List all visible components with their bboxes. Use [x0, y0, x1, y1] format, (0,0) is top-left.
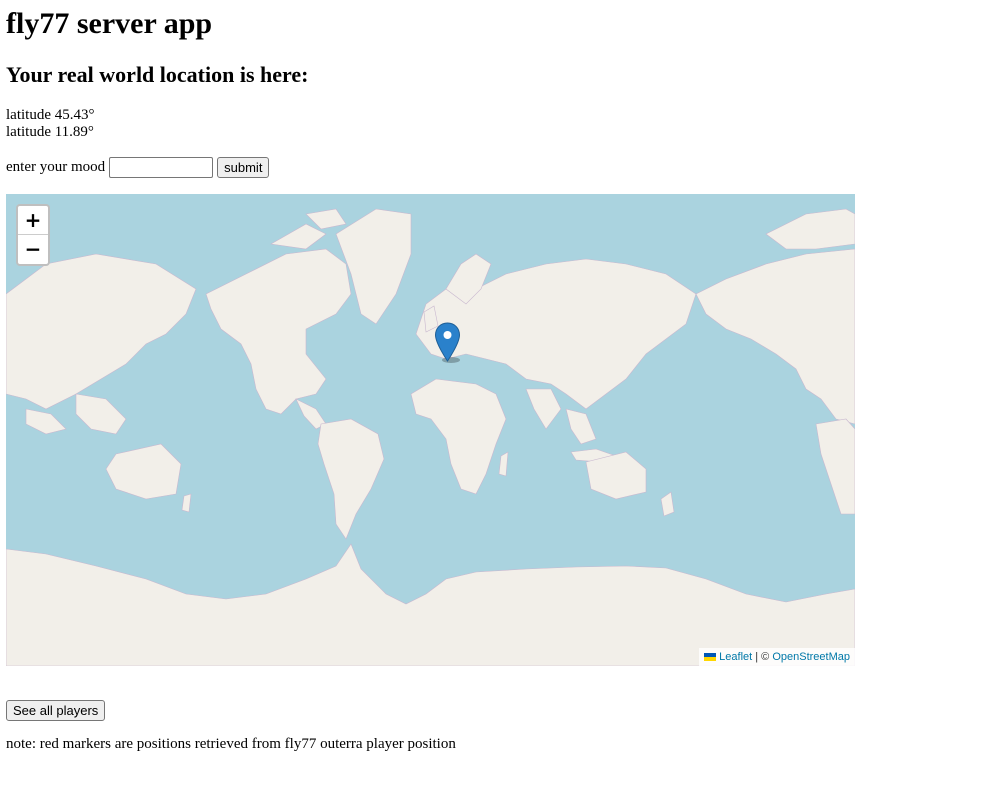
location-heading: Your real world location is here: — [6, 62, 309, 87]
coordinates-block: latitude 45.43° latitude 11.89° — [6, 107, 94, 141]
attribution-separator: | © — [752, 651, 773, 663]
longitude-readout: latitude 11.89° — [6, 124, 94, 140]
leaflet-link[interactable]: Leaflet — [719, 649, 752, 665]
world-map[interactable]: + − Leaflet | © OpenStreetMap — [6, 194, 855, 666]
mood-form: enter your mood submit — [6, 156, 270, 178]
submit-button[interactable]: submit — [217, 156, 270, 178]
page-title: fly77 server app — [6, 7, 213, 40]
mood-input[interactable] — [109, 156, 214, 178]
zoom-in-button[interactable]: + — [18, 206, 48, 235]
openstreetmap-link[interactable]: OpenStreetMap — [772, 649, 850, 665]
footnote: note: red markers are positions retrieve… — [6, 736, 456, 752]
map-attribution: Leaflet | © OpenStreetMap — [699, 648, 855, 666]
see-all-players-button[interactable]: See all players — [6, 700, 106, 721]
map-tiles — [6, 208, 855, 666]
zoom-control: + − — [16, 204, 50, 266]
zoom-out-button[interactable]: − — [18, 235, 48, 264]
latitude-readout: latitude 45.43° — [6, 107, 95, 123]
mood-label: enter your mood — [6, 158, 106, 175]
ukraine-flag-icon — [704, 653, 717, 661]
map-pin-icon[interactable] — [434, 322, 461, 363]
